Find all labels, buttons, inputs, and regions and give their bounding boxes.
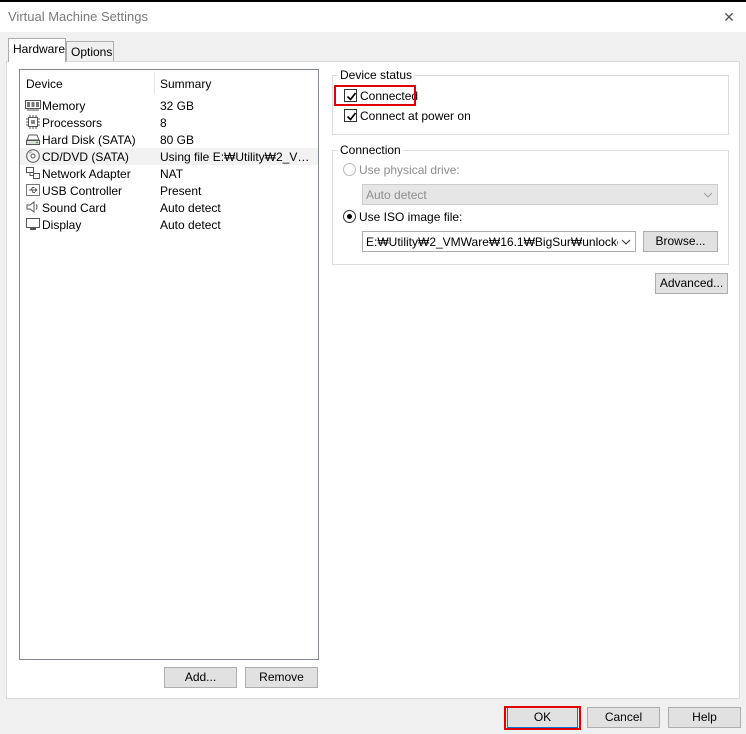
device-name: CD/DVD (SATA) xyxy=(42,150,129,164)
remove-button[interactable]: Remove xyxy=(245,667,318,688)
advanced-button[interactable]: Advanced... xyxy=(655,273,728,294)
column-header-summary[interactable]: Summary xyxy=(160,77,211,91)
device-row-cd-dvd[interactable]: CD/DVD (SATA) Using file E:₩Utility₩2_VM… xyxy=(20,148,318,165)
use-physical-drive-label[interactable]: Use physical drive: xyxy=(359,163,460,177)
title-bar: Virtual Machine Settings ✕ xyxy=(0,2,746,32)
tab-hardware[interactable]: Hardware xyxy=(8,38,66,62)
add-button[interactable]: Add... xyxy=(164,667,237,688)
device-name: Display xyxy=(42,218,82,232)
close-icon[interactable]: ✕ xyxy=(718,6,740,28)
physical-drive-select[interactable]: Auto detect xyxy=(362,184,718,205)
device-name: Hard Disk (SATA) xyxy=(42,133,136,147)
use-iso-image-radio[interactable] xyxy=(343,210,356,223)
device-name: USB Controller xyxy=(42,184,123,198)
hard-disk-icon xyxy=(26,134,40,145)
cd-dvd-icon xyxy=(26,149,40,163)
device-name: Network Adapter xyxy=(42,167,131,181)
help-button[interactable]: Help xyxy=(668,707,741,728)
browse-button[interactable]: Browse... xyxy=(643,231,718,252)
physical-drive-value: Auto detect xyxy=(366,188,427,202)
processor-icon xyxy=(26,115,40,129)
tab-options[interactable]: Options xyxy=(66,41,114,62)
cancel-button[interactable]: Cancel xyxy=(587,707,660,728)
device-row-processors[interactable]: Processors 8 xyxy=(20,114,318,131)
iso-path-combobox[interactable]: E:₩Utility₩2_VMWare₩16.1₩BigSur₩unlocker… xyxy=(362,231,636,252)
device-name: Sound Card xyxy=(42,201,107,215)
device-name: Processors xyxy=(42,116,103,130)
connect-at-power-on-checkbox[interactable] xyxy=(344,109,357,122)
network-adapter-icon xyxy=(26,167,40,179)
device-summary: 80 GB xyxy=(160,133,195,147)
device-row-display[interactable]: Display Auto detect xyxy=(20,216,318,233)
device-row-usb-controller[interactable]: USB Controller Present xyxy=(20,182,318,199)
connect-at-power-on-label[interactable]: Connect at power on xyxy=(360,109,471,123)
usb-icon xyxy=(26,184,40,196)
sound-card-icon xyxy=(26,201,38,213)
radio-selected-dot xyxy=(347,214,352,219)
device-summary: Auto detect xyxy=(160,201,221,215)
use-physical-drive-radio[interactable] xyxy=(343,163,356,176)
use-iso-image-label[interactable]: Use ISO image file: xyxy=(359,210,462,224)
device-status-title: Device status xyxy=(338,68,415,82)
device-summary: Present xyxy=(160,184,202,198)
device-row-sound-card[interactable]: Sound Card Auto detect xyxy=(20,199,318,216)
device-row-memory[interactable]: Memory 32 GB xyxy=(20,97,318,114)
memory-icon xyxy=(25,100,41,111)
chevron-down-icon xyxy=(621,239,631,245)
tab-hardware-label: Hardware xyxy=(13,42,66,56)
device-summary: Using file E:₩Utility₩2_VM... xyxy=(160,150,310,164)
connection-title: Connection xyxy=(338,143,403,157)
device-summary: Auto detect xyxy=(160,218,221,232)
device-name: Memory xyxy=(42,99,86,113)
device-row-network-adapter[interactable]: Network Adapter NAT xyxy=(20,165,318,182)
ok-highlight xyxy=(504,706,581,730)
connected-highlight xyxy=(334,85,416,106)
checkmark-icon xyxy=(346,112,357,121)
iso-path-value: E:₩Utility₩2_VMWare₩16.1₩BigSur₩unlocker… xyxy=(366,235,618,249)
device-row-hard-disk[interactable]: Hard Disk (SATA) 80 GB xyxy=(20,131,318,148)
tab-options-label: Options xyxy=(71,45,113,59)
device-summary: NAT xyxy=(160,167,184,181)
device-list[interactable]: Device Summary Memory 32 GB Processors 8… xyxy=(19,69,319,660)
device-list-header: Device Summary xyxy=(20,70,318,96)
window-title: Virtual Machine Settings xyxy=(8,9,148,24)
device-summary: 8 xyxy=(160,116,167,130)
chevron-down-icon xyxy=(703,192,713,198)
display-icon xyxy=(26,218,40,230)
device-summary: 32 GB xyxy=(160,99,195,113)
column-separator[interactable] xyxy=(154,72,155,94)
column-header-device[interactable]: Device xyxy=(26,77,63,91)
